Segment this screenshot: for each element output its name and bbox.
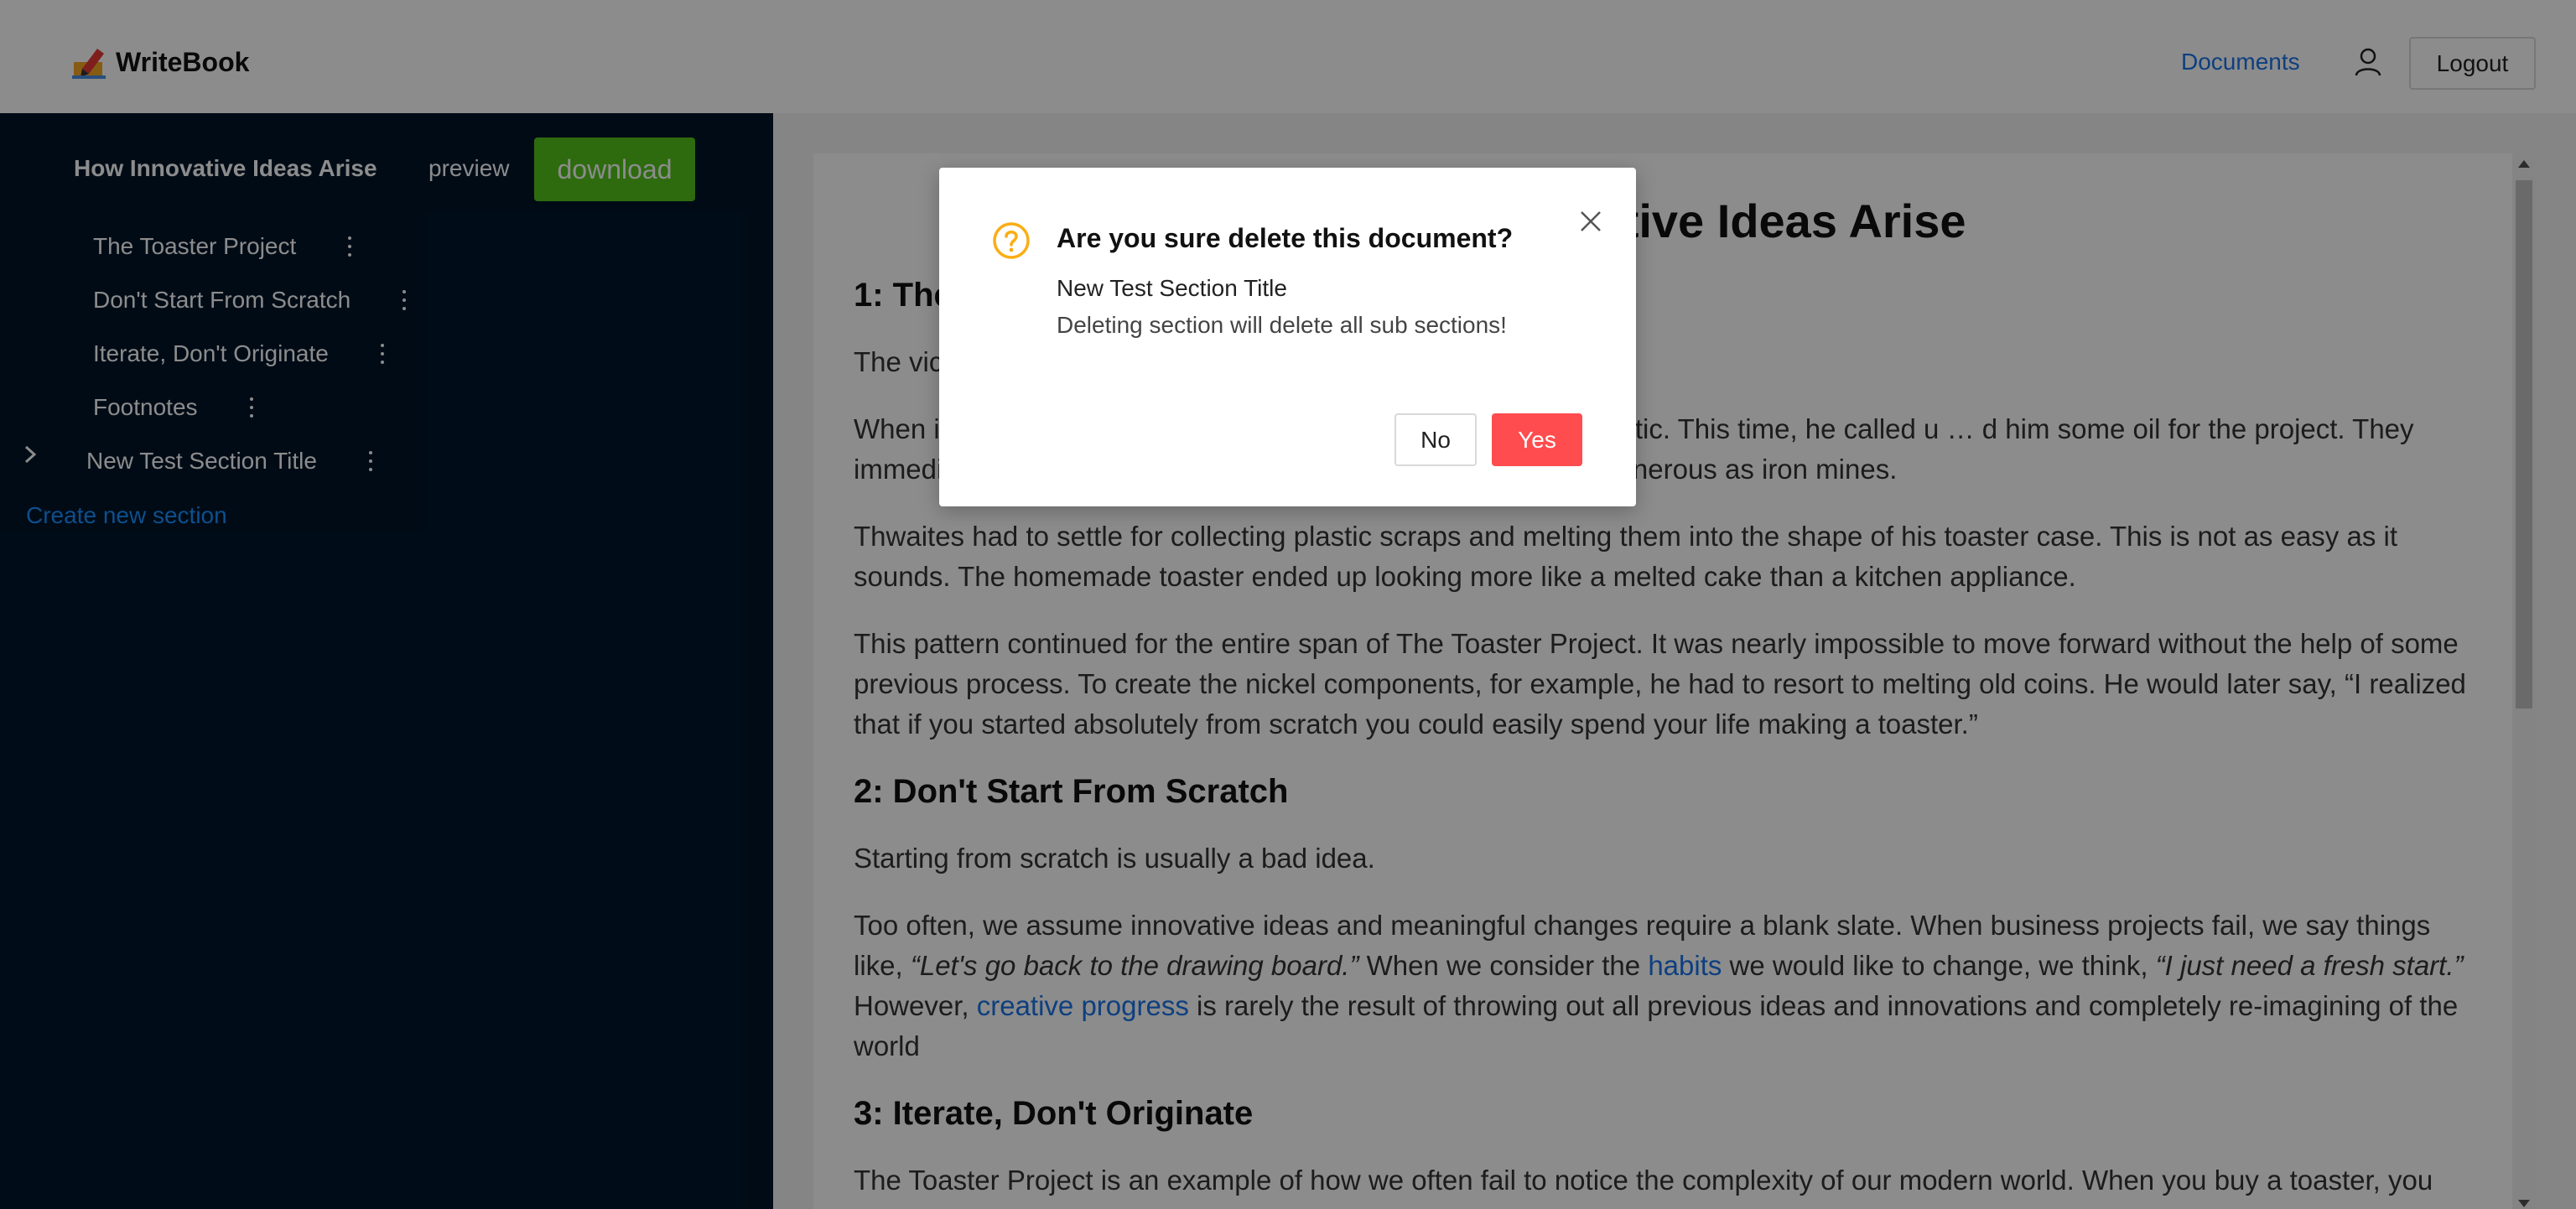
dialog-title: Are you sure delete this document? [1057, 223, 1514, 253]
dialog-section-name: New Test Section Title [1057, 275, 1287, 301]
close-icon[interactable] [1579, 210, 1602, 233]
question-circle-icon [993, 222, 1030, 259]
yes-button[interactable]: Yes [1492, 413, 1582, 466]
dialog-warning-text: Deleting section will delete all sub sec… [1057, 312, 1507, 338]
no-button[interactable]: No [1394, 413, 1477, 466]
app-root: WriteBook Documents Logout How Innovativ… [0, 0, 2576, 1209]
confirm-delete-dialog: Are you sure delete this document? New T… [939, 168, 1636, 506]
